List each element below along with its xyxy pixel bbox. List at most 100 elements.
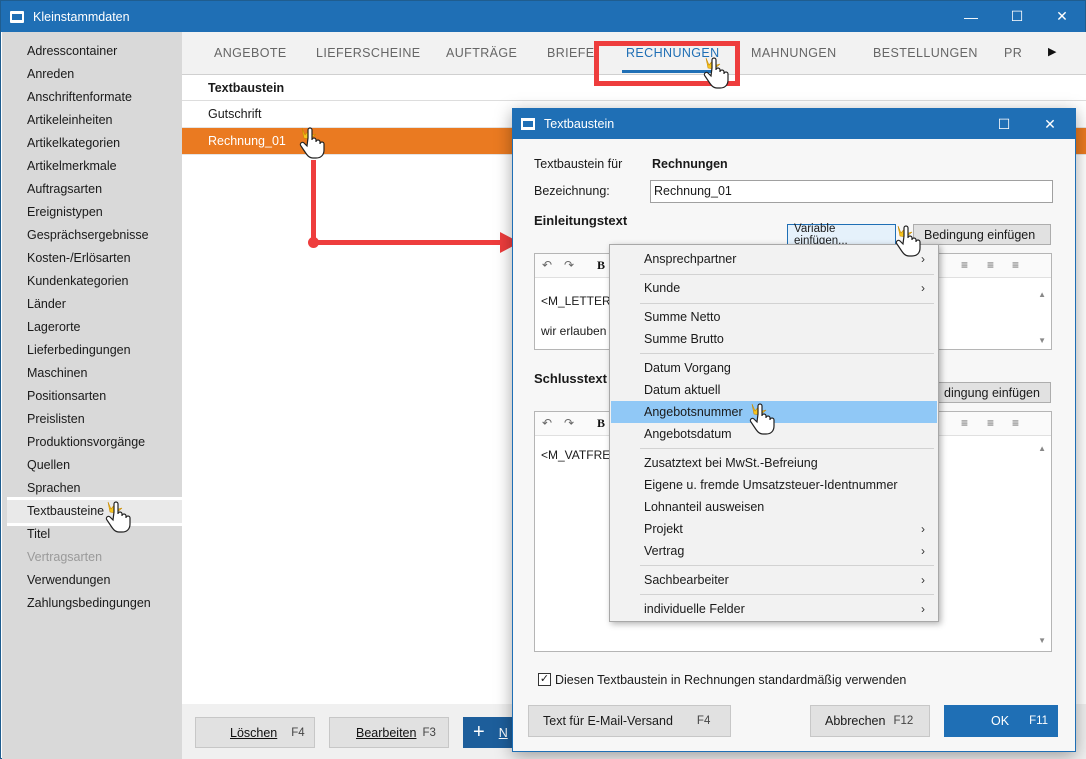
sidebar-item[interactable]: Artikelkategorien (2, 132, 182, 155)
email-text-button[interactable]: Text für E-Mail-Versand F4 (528, 705, 731, 737)
tab-scroll-right-icon[interactable]: ▶ (1048, 45, 1056, 58)
align-justify-icon[interactable]: ≡ (961, 258, 968, 272)
close-icon[interactable]: ✕ (1039, 1, 1085, 32)
menu-item-datum-aktuell[interactable]: Datum aktuell (611, 379, 937, 401)
sidebar-item[interactable]: Lagerorte (2, 316, 182, 339)
tab-auftraege[interactable]: AUFTRÄGE (446, 46, 517, 60)
sidebar-item[interactable]: Artikelmerkmale (2, 155, 182, 178)
sidebar-item[interactable]: Produktionsvorgänge (2, 431, 182, 454)
menu-item-label: Sachbearbeiter (644, 573, 729, 587)
sidebar-item[interactable]: Verwendungen (2, 569, 182, 592)
menu-item-sachbearbeiter[interactable]: Sachbearbeiter › (611, 569, 937, 591)
chevron-right-icon: › (921, 522, 925, 536)
menu-item-label: Projekt (644, 522, 683, 536)
menu-item-label: Vertrag (644, 544, 685, 558)
annotation-arrow-vertical (311, 160, 316, 244)
edit-button-label: Bearbeiten (356, 725, 417, 740)
maximize-icon[interactable]: ☐ (994, 1, 1040, 32)
delete-button[interactable]: Löschen F4 (195, 717, 315, 748)
dialog-close-icon[interactable]: ✕ (1027, 109, 1073, 139)
menu-item-summe-brutto[interactable]: Summe Brutto (611, 328, 937, 350)
scroll-up-icon[interactable]: ▲ (1038, 290, 1046, 299)
default-checkbox-label: Diesen Textbaustein in Rechnungen standa… (555, 673, 907, 687)
minimize-icon[interactable]: — (948, 1, 994, 32)
sidebar-item[interactable]: Kundenkategorien (2, 270, 182, 293)
tab-lieferscheine[interactable]: LIEFERSCHEINE (316, 46, 421, 60)
scroll-down-icon[interactable]: ▼ (1038, 636, 1046, 645)
sidebar-item[interactable]: Adresscontainer (2, 40, 182, 63)
annotation-arrow-joint (308, 237, 319, 248)
undo-icon[interactable]: ↶ (542, 416, 552, 430)
undo-icon[interactable]: ↶ (542, 258, 552, 272)
email-text-button-label: Text für E-Mail-Versand (543, 714, 673, 728)
ok-button[interactable]: OK F11 (944, 705, 1058, 737)
menu-item-label: Ansprechpartner (644, 252, 737, 266)
cancel-button[interactable]: Abbrechen F12 (810, 705, 930, 737)
hand-cursor-icon (895, 225, 921, 257)
menu-item-datum-vorgang[interactable]: Datum Vorgang (611, 357, 937, 379)
sidebar-item[interactable]: Kosten-/Erlösarten (2, 247, 182, 270)
menu-item-kunde[interactable]: Kunde › (611, 277, 937, 299)
scroll-down-icon[interactable]: ▼ (1038, 336, 1046, 345)
sidebar-item[interactable]: Anreden (2, 63, 182, 86)
bold-icon[interactable]: B (597, 416, 605, 431)
insert-variable-button[interactable]: Variable einfügen... (787, 223, 896, 247)
menu-item-label: Kunde (644, 281, 681, 295)
tab-more[interactable]: PR (1004, 46, 1022, 60)
delete-key: F4 (291, 726, 305, 739)
tab-mahnungen[interactable]: MAHNUNGEN (751, 46, 837, 60)
sidebar-item[interactable]: Lieferbedingungen (2, 339, 182, 362)
align-justify-icon[interactable]: ≡ (961, 416, 968, 430)
menu-item-individuelle-felder[interactable]: individuelle Felder › (611, 598, 937, 620)
tab-angebote[interactable]: ANGEBOTE (214, 46, 287, 60)
sidebar-item[interactable]: Maschinen (2, 362, 182, 385)
menu-item-ust-id[interactable]: Eigene u. fremde Umsatzsteuer-Identnumme… (611, 474, 937, 496)
dialog-title: Textbaustein (544, 117, 615, 131)
bullet-list-icon[interactable]: ≡ (987, 416, 994, 430)
edit-button[interactable]: Bearbeiten F3 (329, 717, 449, 748)
sidebar-item[interactable]: Gesprächsergebnisse (2, 224, 182, 247)
sidebar-item-disabled: Vertragsarten (27, 550, 103, 564)
window-title: Kleinstammdaten (33, 9, 130, 24)
hand-cursor-icon (749, 403, 775, 435)
menu-item-vertrag[interactable]: Vertrag › (611, 540, 937, 562)
sidebar-item[interactable]: Auftragsarten (2, 178, 182, 201)
menu-item-lohnanteil[interactable]: Lohnanteil ausweisen (611, 496, 937, 518)
sidebar-item[interactable]: Ereignistypen (2, 201, 182, 224)
tab-briefe[interactable]: BRIEFE (547, 46, 595, 60)
default-checkbox[interactable]: ✓ (538, 673, 551, 686)
bullet-list-icon[interactable]: ≡ (987, 258, 994, 272)
sidebar-item[interactable]: Länder (2, 293, 182, 316)
sidebar-item[interactable]: Artikeleinheiten (2, 109, 182, 132)
name-field[interactable]: Rechnung_01 (650, 180, 1053, 203)
scroll-up-icon[interactable]: ▲ (1038, 444, 1046, 453)
redo-icon[interactable]: ↷ (564, 258, 574, 272)
dialog-maximize-icon[interactable]: ☐ (981, 109, 1027, 139)
sidebar-item[interactable]: Positionsarten (2, 385, 182, 408)
bold-icon[interactable]: B (597, 258, 605, 273)
menu-item-projekt[interactable]: Projekt › (611, 518, 937, 540)
sidebar-item-selected[interactable]: Textbausteine (7, 497, 182, 526)
sidebar-item[interactable]: Titel (2, 523, 182, 546)
closing-title: Schlusstext (534, 371, 607, 386)
numbered-list-icon[interactable]: ≡ (1012, 258, 1019, 272)
menu-separator (640, 565, 934, 566)
menu-item-ansprechpartner[interactable]: Ansprechpartner › (611, 248, 937, 270)
intro-text-line1: <M_LETTER (541, 294, 611, 308)
sidebar-item[interactable]: Anschriftenformate (2, 86, 182, 109)
menu-item-zusatztext[interactable]: Zusatztext bei MwSt.-Befreiung (611, 452, 937, 474)
sidebar-item[interactable]: Quellen (2, 454, 182, 477)
delete-button-label: Löschen (230, 725, 278, 740)
dialog-app-icon (521, 118, 535, 130)
menu-item-summe-netto[interactable]: Summe Netto (611, 306, 937, 328)
menu-separator (640, 303, 934, 304)
ok-key: F11 (1029, 715, 1049, 727)
name-label: Bezeichnung: (534, 184, 610, 198)
sidebar-item[interactable]: Preislisten (2, 408, 182, 431)
insert-condition-button[interactable]: Bedingung einfügen (913, 224, 1051, 245)
menu-item-label: individuelle Felder (644, 602, 745, 616)
tab-bestellungen[interactable]: BESTELLUNGEN (873, 46, 978, 60)
numbered-list-icon[interactable]: ≡ (1012, 416, 1019, 430)
sidebar-item[interactable]: Zahlungsbedingungen (2, 592, 182, 615)
redo-icon[interactable]: ↷ (564, 416, 574, 430)
